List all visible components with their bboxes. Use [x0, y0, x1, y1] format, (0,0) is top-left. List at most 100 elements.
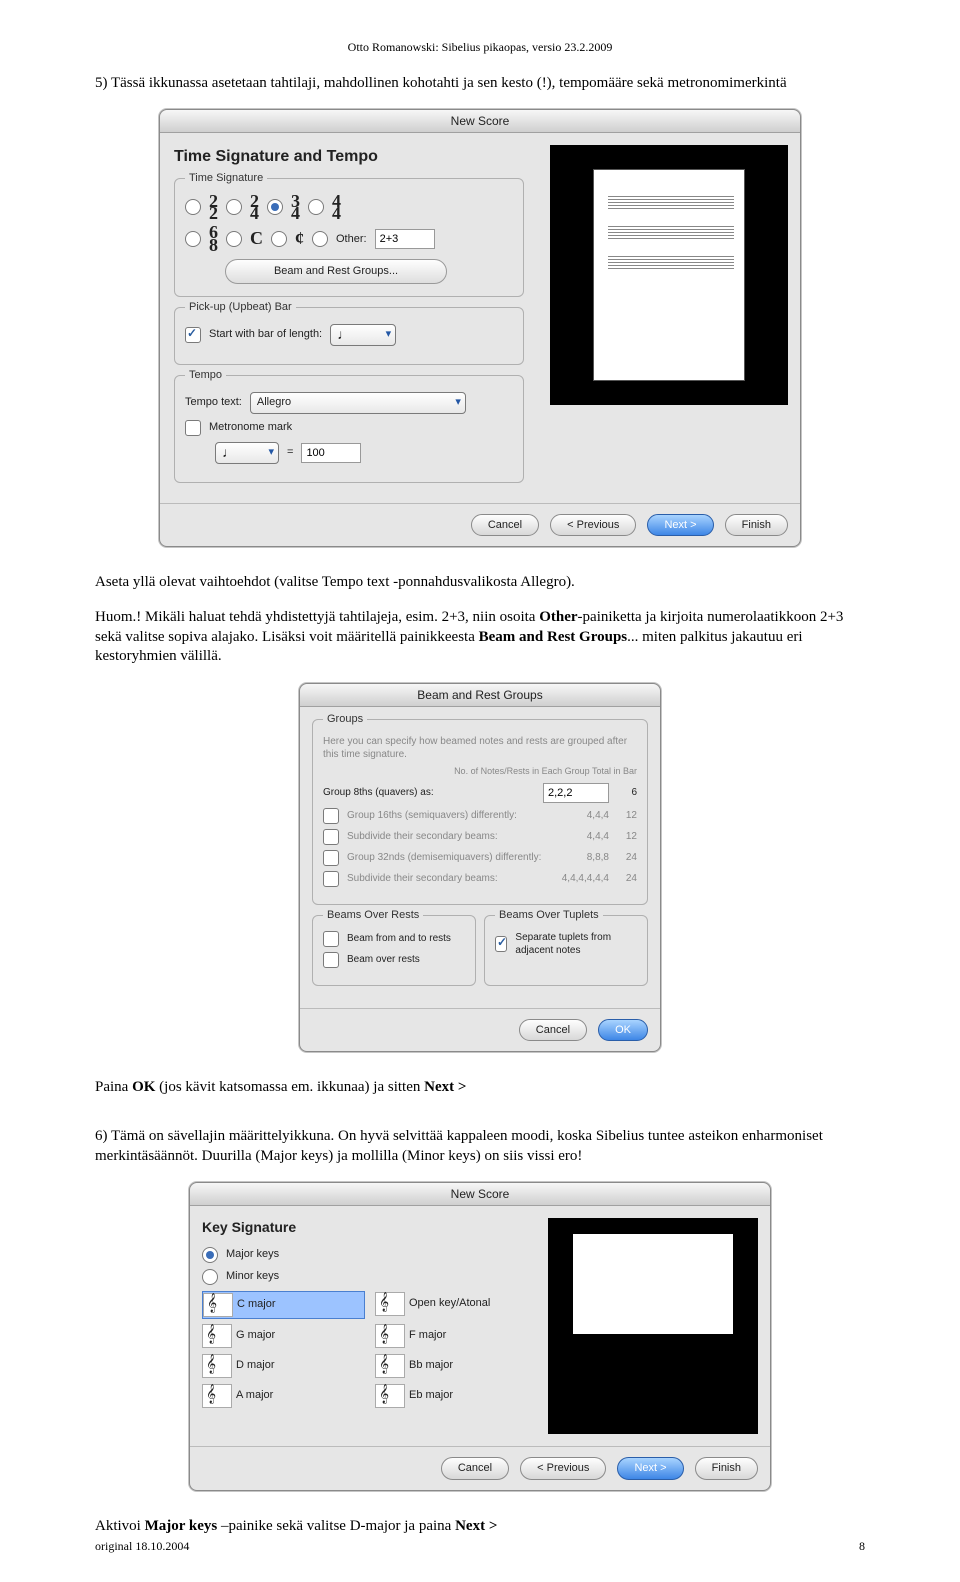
major-keys-label: Major keys — [226, 1247, 279, 1261]
tempo-group: Tempo Tempo text: Allegro Metronome mark… — [174, 375, 524, 483]
previous-button[interactable]: < Previous — [520, 1457, 606, 1479]
group-32nds-value: 8,8,8 — [587, 851, 609, 864]
dialog-button-row: Cancel < Previous Next > Finish — [190, 1446, 770, 1489]
beam-from-rests-checkbox[interactable] — [323, 931, 339, 947]
subdivide-32nds-checkbox[interactable] — [323, 871, 339, 887]
group-8ths-input[interactable] — [543, 783, 609, 803]
group-16ths-label: Group 16ths (semiquavers) differently: — [347, 809, 579, 822]
column-header: No. of Notes/Rests in Each Group Total i… — [323, 766, 637, 778]
separate-tuplets-checkbox[interactable] — [495, 936, 507, 952]
score-preview — [550, 145, 788, 405]
cancel-button[interactable]: Cancel — [471, 514, 539, 536]
ts-6-8: 68 — [209, 226, 218, 251]
key-f-major[interactable]: F major — [375, 1323, 538, 1349]
group-16ths-checkbox[interactable] — [323, 808, 339, 824]
previous-button[interactable]: < Previous — [550, 514, 636, 536]
page-number: 8 — [859, 1539, 865, 1555]
group-label: Pick-up (Upbeat) Bar — [185, 300, 296, 314]
clef-icon — [203, 1293, 233, 1317]
group-label: Time Signature — [185, 171, 267, 185]
subdivide-16ths-label: Subdivide their secondary beams: — [347, 830, 579, 843]
group-16ths-value: 4,4,4 — [587, 809, 609, 822]
ts-radio-2-4[interactable] — [226, 199, 242, 215]
metronome-checkbox[interactable] — [185, 420, 201, 436]
key-eb-major[interactable]: Eb major — [375, 1383, 538, 1409]
paragraph-allegro: Aseta yllä olevat vaihtoehdot (valitse T… — [95, 573, 865, 593]
major-keys-radio[interactable] — [202, 1247, 218, 1263]
group-32nds-checkbox[interactable] — [323, 850, 339, 866]
group-label: Tempo — [185, 368, 226, 382]
paragraph-major-keys: Aktivoi Major keys –painike sekä valitse… — [95, 1517, 865, 1537]
subdivide-32nds-total: 24 — [617, 872, 637, 885]
ts-4-4: 44 — [332, 195, 341, 220]
key-open-atonal[interactable]: Open key/Atonal — [375, 1291, 538, 1317]
finish-button[interactable]: Finish — [695, 1457, 758, 1479]
minor-keys-radio[interactable] — [202, 1269, 218, 1285]
footer-original: original 18.10.2004 — [95, 1539, 189, 1555]
key-c-major[interactable]: C major — [202, 1291, 365, 1319]
subdivide-16ths-value: 4,4,4 — [587, 830, 609, 843]
beams-over-rests-group: Beams Over Rests Beam from and to rests … — [312, 915, 476, 986]
paragraph-other-beam: Huom.! Mikäli haluat tehdä yhdistettyjä … — [95, 608, 865, 667]
key-a-major[interactable]: A major — [202, 1383, 365, 1409]
beam-rest-groups-dialog: Beam and Rest Groups Groups Here you can… — [299, 683, 661, 1052]
finish-button[interactable]: Finish — [725, 514, 788, 536]
minor-keys-label: Minor keys — [226, 1269, 279, 1283]
ts-c: C — [250, 232, 263, 245]
cancel-button[interactable]: Cancel — [519, 1019, 587, 1041]
ok-button[interactable]: OK — [598, 1019, 648, 1041]
cancel-button[interactable]: Cancel — [441, 1457, 509, 1479]
dialog-button-row: Cancel < Previous Next > Finish — [160, 503, 800, 546]
pickup-checkbox[interactable] — [185, 327, 201, 343]
tempo-text-combo[interactable]: Allegro — [250, 392, 466, 414]
next-button[interactable]: Next > — [647, 514, 713, 536]
subdivide-16ths-checkbox[interactable] — [323, 829, 339, 845]
dialog-heading: Time Signature and Tempo — [174, 147, 524, 168]
next-button[interactable]: Next > — [617, 1457, 683, 1479]
paragraph-ok-next: Paina OK (jos kävit katsomassa em. ikkun… — [95, 1078, 865, 1098]
dialog-title: New Score — [160, 110, 800, 133]
ts-radio-other[interactable] — [312, 231, 328, 247]
groups-note: Here you can specify how beamed notes an… — [323, 735, 637, 761]
other-input[interactable] — [375, 229, 435, 249]
key-preview — [548, 1218, 758, 1434]
clef-icon — [202, 1354, 232, 1378]
dialog-title: Beam and Rest Groups — [300, 684, 660, 707]
group-32nds-label: Group 32nds (demisemiquavers) differentl… — [347, 851, 579, 864]
ts-radio-c[interactable] — [226, 231, 242, 247]
ts-radio-4-4[interactable] — [308, 199, 324, 215]
ts-2-2: 22 — [209, 195, 218, 220]
clef-icon — [202, 1324, 232, 1348]
group-8ths-total: 6 — [617, 786, 637, 799]
subdivide-16ths-total: 12 — [617, 830, 637, 843]
ts-radio-6-8[interactable] — [185, 231, 201, 247]
quarter-note-icon: ♩ — [222, 443, 236, 461]
group-label: Beams Over Rests — [323, 908, 423, 922]
clef-icon — [375, 1354, 405, 1378]
ts-radio-3-4[interactable] — [267, 199, 283, 215]
paragraph-5: 5) Tässä ikkunassa asetetaan tahtilaji, … — [95, 74, 865, 94]
clef-icon — [202, 1384, 232, 1408]
time-signature-group: Time Signature 22 24 34 44 68 C ¢ Other:… — [174, 178, 524, 297]
dialog-heading: Key Signature — [202, 1218, 538, 1236]
clef-icon — [375, 1324, 405, 1348]
new-score-dialog-key: New Score Key Signature Major keys Minor… — [189, 1182, 771, 1490]
metronome-label: Metronome mark — [209, 420, 292, 434]
group-label: Groups — [323, 712, 367, 726]
pickup-length-combo[interactable]: ♩ — [330, 324, 396, 346]
beam-from-rests-label: Beam from and to rests — [347, 932, 451, 945]
groups-group: Groups Here you can specify how beamed n… — [312, 719, 648, 905]
clef-icon — [375, 1292, 405, 1316]
paragraph-6: 6) Tämä on sävellajin määrittelyikkuna. … — [95, 1127, 865, 1166]
group-8ths-label: Group 8ths (quavers) as: — [323, 786, 535, 799]
metronome-value-input[interactable] — [301, 443, 361, 463]
key-g-major[interactable]: G major — [202, 1323, 365, 1349]
metronome-note-combo[interactable]: ♩ — [215, 442, 279, 464]
ts-radio-cut[interactable] — [271, 231, 287, 247]
key-bb-major[interactable]: Bb major — [375, 1353, 538, 1379]
beam-over-rests-checkbox[interactable] — [323, 952, 339, 968]
ts-radio-2-2[interactable] — [185, 199, 201, 215]
beam-groups-button[interactable]: Beam and Rest Groups... — [225, 259, 447, 283]
key-d-major[interactable]: D major — [202, 1353, 365, 1379]
group-label: Beams Over Tuplets — [495, 908, 603, 922]
